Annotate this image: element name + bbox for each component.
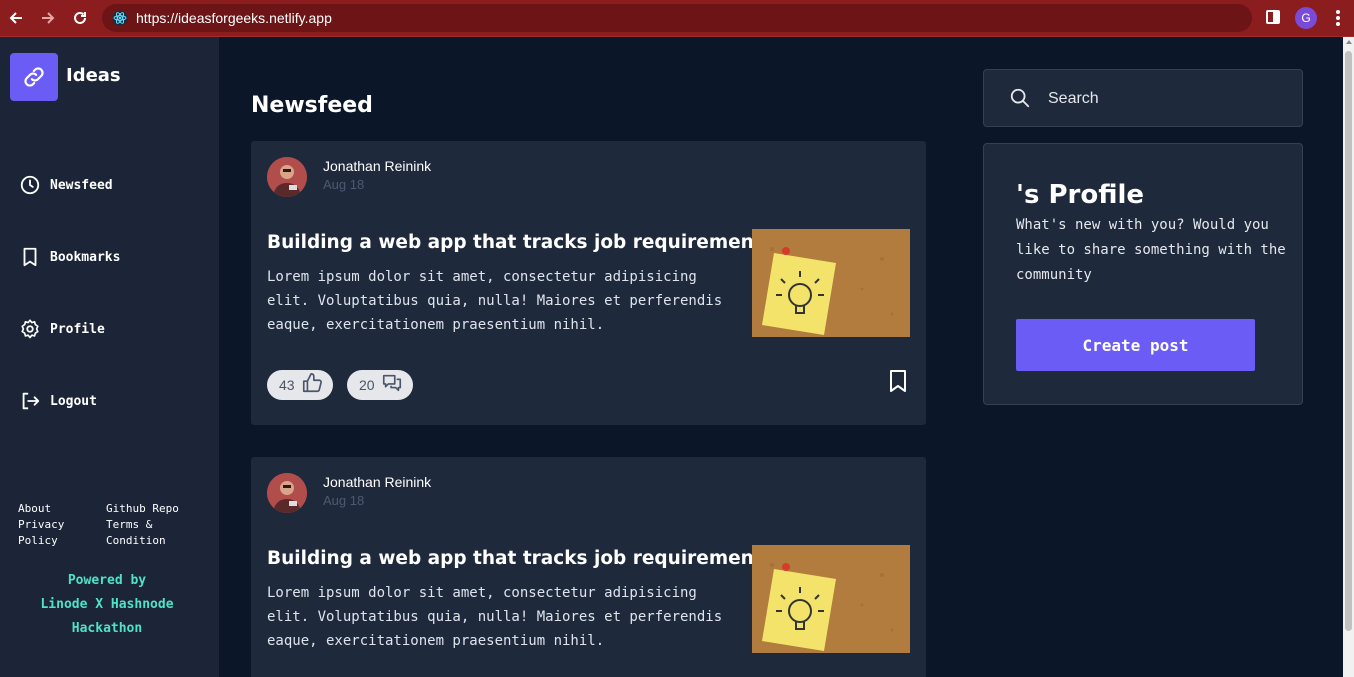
nav-item-bookmarks[interactable]: Bookmarks	[18, 245, 208, 269]
powered-line: Powered by	[67, 573, 147, 588]
scroll-up-arrow-icon[interactable]	[1346, 40, 1352, 44]
post-title[interactable]: Building a web app that tracks job requi…	[267, 548, 784, 569]
terms-link[interactable]: Terms & Condition	[106, 517, 178, 549]
gear-icon	[18, 317, 42, 341]
side-panel-icon[interactable]	[1266, 10, 1280, 24]
clock-icon	[18, 173, 42, 197]
search-input[interactable]: Search	[1048, 90, 1099, 108]
logo-link-icon[interactable]	[10, 53, 58, 101]
bookmark-icon[interactable]	[888, 370, 908, 392]
create-post-button[interactable]: Create post	[1016, 319, 1255, 371]
thumbs-up-icon	[301, 372, 323, 398]
profile-card: 's Profile What's new with you? Would yo…	[983, 143, 1303, 405]
nav-item-newsfeed[interactable]: Newsfeed	[18, 173, 208, 197]
react-site-icon	[112, 10, 128, 26]
scrollbar-thumb[interactable]	[1345, 51, 1352, 631]
post-date: Aug 18	[323, 493, 365, 508]
browser-profile-avatar[interactable]: G	[1295, 7, 1317, 29]
comments-icon	[381, 372, 403, 398]
back-arrow-icon[interactable]	[6, 8, 26, 28]
powered-by-text: Powered by Linode X Hashnode Hackathon	[0, 569, 214, 641]
like-button[interactable]: 43	[267, 370, 333, 400]
post-card[interactable]: Jonathan Reinink Aug 18 Building a web a…	[251, 141, 926, 425]
post-title[interactable]: Building a web app that tracks job requi…	[267, 232, 784, 253]
nav-label: Newsfeed	[50, 177, 113, 193]
post-body: Lorem ipsum dolor sit amet, consectetur …	[267, 585, 723, 649]
scrollbar[interactable]	[1343, 37, 1354, 677]
powered-line: Hackathon	[71, 621, 143, 636]
reload-icon[interactable]	[70, 8, 90, 28]
logout-icon	[18, 389, 42, 413]
post-date: Aug 18	[323, 177, 365, 192]
comment-count: 20	[359, 377, 375, 393]
nav-label: Bookmarks	[50, 249, 121, 265]
author-name[interactable]: Jonathan Reinink	[323, 474, 431, 490]
url-text[interactable]: https://ideasforgeeks.netlify.app	[136, 10, 332, 26]
browser-toolbar: https://ideasforgeeks.netlify.app G	[0, 0, 1354, 37]
page-title: Newsfeed	[251, 93, 373, 118]
search-box[interactable]: Search	[983, 69, 1303, 127]
privacy-link[interactable]: Privacy Policy	[18, 517, 78, 549]
github-link[interactable]: Github Repo	[106, 501, 206, 517]
bookmark-icon	[18, 245, 42, 269]
post-thumbnail	[752, 229, 910, 337]
author-name[interactable]: Jonathan Reinink	[323, 158, 431, 174]
author-avatar[interactable]	[267, 157, 307, 197]
search-icon	[1009, 87, 1031, 113]
like-count: 43	[279, 377, 295, 393]
forward-arrow-icon[interactable]	[38, 8, 58, 28]
profile-title: 's Profile	[1016, 180, 1145, 210]
profile-description: What's new with you? Would you like to s…	[1016, 217, 1286, 283]
about-link[interactable]: About	[18, 501, 98, 517]
address-bar[interactable]: https://ideasforgeeks.netlify.app	[102, 4, 1252, 32]
post-body: Lorem ipsum dolor sit amet, consectetur …	[267, 269, 723, 333]
powered-line: Linode X Hashnode	[40, 597, 174, 612]
comment-button[interactable]: 20	[347, 370, 413, 400]
logo-text[interactable]: Ideas	[66, 65, 121, 86]
sidebar: Ideas Newsfeed Bookmarks Profile Logout …	[0, 37, 219, 677]
nav-label: Logout	[50, 393, 97, 409]
post-card[interactable]: Jonathan Reinink Aug 18 Building a web a…	[251, 457, 926, 677]
author-avatar[interactable]	[267, 473, 307, 513]
nav-label: Profile	[50, 321, 105, 337]
nav-item-logout[interactable]: Logout	[18, 389, 208, 413]
nav-item-profile[interactable]: Profile	[18, 317, 208, 341]
post-thumbnail	[752, 545, 910, 653]
browser-menu-icon[interactable]	[1333, 10, 1343, 28]
